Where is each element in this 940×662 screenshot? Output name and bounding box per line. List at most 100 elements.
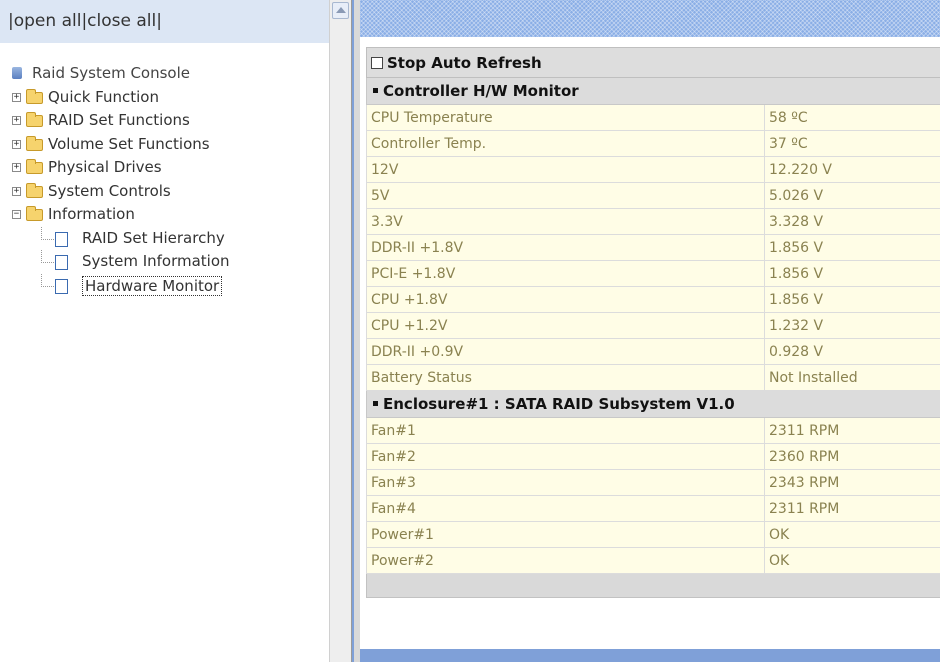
table-row: DDR-II +0.9V 0.928 V xyxy=(366,338,940,365)
section-header-cell: Enclosure#1 : SATA RAID Subsystem V1.0 xyxy=(366,390,940,418)
expand-plus-icon[interactable]: + xyxy=(12,139,21,149)
metric-label: DDR-II +1.8V xyxy=(366,234,765,261)
tree-folder-physical-drives[interactable]: + Physical Drives xyxy=(10,156,190,180)
tree-item-label[interactable]: RAID Set Hierarchy xyxy=(82,227,225,251)
stop-auto-refresh-checkbox[interactable] xyxy=(371,56,383,69)
auto-refresh-cell[interactable]: Stop Auto Refresh xyxy=(366,47,940,78)
table-row: Controller Temp. 37 ºC xyxy=(366,130,940,157)
folder-icon xyxy=(26,182,43,198)
tree-folder-information[interactable]: − Information xyxy=(10,203,190,227)
table-row: CPU +1.8V 1.856 V xyxy=(366,286,940,313)
metric-value: Not Installed xyxy=(764,364,940,391)
metric-label: Controller Temp. xyxy=(366,130,765,157)
tree-header: |open all|close all| xyxy=(0,0,330,43)
tree-scrollbar[interactable] xyxy=(329,0,351,662)
metric-label: 3.3V xyxy=(366,208,765,235)
tree-item-label-selected[interactable]: Hardware Monitor xyxy=(82,275,223,296)
metric-label: CPU +1.8V xyxy=(366,286,765,313)
table-row: DDR-II +1.8V 1.856 V xyxy=(366,234,940,261)
console-icon xyxy=(12,67,22,79)
tree-folder-quick-function[interactable]: + Quick Function xyxy=(10,86,190,110)
metric-value: 2311 RPM xyxy=(764,417,940,444)
table-row: Power#2 OK xyxy=(366,547,940,574)
hardware-monitor-panel: Stop Auto Refresh Controller H/W Monitor… xyxy=(360,37,940,649)
tree-folder-label[interactable]: Physical Drives xyxy=(48,156,162,180)
table-row: 3.3V 3.328 V xyxy=(366,208,940,235)
metric-label: PCI-E +1.8V xyxy=(366,260,765,287)
expand-plus-icon[interactable]: + xyxy=(12,186,21,196)
tree-folder-volume-set-functions[interactable]: + Volume Set Functions xyxy=(10,133,210,157)
tree-connector xyxy=(41,273,54,287)
expand-plus-icon[interactable]: + xyxy=(12,116,21,125)
metric-value: 2360 RPM xyxy=(764,443,940,470)
open-folder-icon xyxy=(26,206,43,221)
tree-folder-label[interactable]: System Controls xyxy=(48,180,171,204)
bullet-icon xyxy=(373,88,378,93)
metric-label: 5V xyxy=(366,182,765,209)
metric-label: 12V xyxy=(366,156,765,183)
metric-value: 37 ºC xyxy=(764,130,940,157)
table-row: Power#1 OK xyxy=(366,521,940,548)
metric-value: 58 ºC xyxy=(764,104,940,131)
metric-value: 0.928 V xyxy=(764,338,940,365)
tree-item-label[interactable]: System Information xyxy=(82,250,230,274)
navigation-tree: Raid System Console + Quick Function + R… xyxy=(10,62,230,298)
tree-connector xyxy=(41,250,54,263)
metric-value: 1.856 V xyxy=(764,260,940,287)
expand-plus-icon[interactable]: + xyxy=(12,92,21,102)
metric-label: Battery Status xyxy=(366,364,765,391)
content-frame: Stop Auto Refresh Controller H/W Monitor… xyxy=(352,0,940,662)
navigation-tree-frame: |open all|close all| Raid System Console… xyxy=(0,0,352,662)
tree-item-raid-set-hierarchy[interactable]: RAID Set Hierarchy xyxy=(10,226,225,251)
table-footer-cell xyxy=(366,573,940,598)
table-row: 5V 5.026 V xyxy=(366,182,940,209)
document-icon xyxy=(55,231,68,247)
table-row: CPU Temperature 58 ºC xyxy=(366,104,940,131)
metric-value: 5.026 V xyxy=(764,182,940,209)
tree-root[interactable]: Raid System Console xyxy=(10,62,190,86)
tree-folder-raid-set-functions[interactable]: + RAID Set Functions xyxy=(10,109,190,133)
section-title: Controller H/W Monitor xyxy=(383,82,579,100)
tree-folder-label[interactable]: RAID Set Functions xyxy=(48,109,190,133)
table-row: 12V 12.220 V xyxy=(366,156,940,183)
metric-value: 1.856 V xyxy=(764,234,940,261)
tree-folder-label[interactable]: Information xyxy=(48,203,135,227)
expand-plus-icon[interactable]: + xyxy=(12,163,21,172)
section-header-controller: Controller H/W Monitor xyxy=(366,77,940,105)
close-all-link[interactable]: close all xyxy=(87,11,156,31)
content-header-pattern xyxy=(360,0,940,37)
stop-auto-refresh-label[interactable]: Stop Auto Refresh xyxy=(387,54,542,72)
tree-item-hardware-monitor[interactable]: Hardware Monitor xyxy=(10,273,223,298)
section-header-enclosure: Enclosure#1 : SATA RAID Subsystem V1.0 xyxy=(366,390,940,418)
metric-label: Power#2 xyxy=(366,547,765,574)
auto-refresh-row: Stop Auto Refresh xyxy=(366,47,940,78)
content-footer-strip xyxy=(360,649,940,662)
document-icon xyxy=(55,278,68,294)
folder-icon xyxy=(26,112,43,127)
metric-label: Fan#1 xyxy=(366,417,765,444)
separator: | xyxy=(156,11,162,31)
tree-folder-system-controls[interactable]: + System Controls xyxy=(10,180,190,204)
metric-value: 2311 RPM xyxy=(764,495,940,522)
metric-label: DDR-II +0.9V xyxy=(366,338,765,365)
tree-folder-label[interactable]: Volume Set Functions xyxy=(48,133,210,157)
metric-value: 1.232 V xyxy=(764,312,940,339)
tree-folder-label[interactable]: Quick Function xyxy=(48,86,159,110)
hardware-monitor-table: Stop Auto Refresh Controller H/W Monitor… xyxy=(366,47,940,598)
table-row: Fan#3 2343 RPM xyxy=(366,469,940,496)
folder-icon xyxy=(26,135,43,151)
tree-item-system-information[interactable]: System Information xyxy=(10,250,230,274)
metric-label: CPU Temperature xyxy=(366,104,765,131)
section-title: Enclosure#1 : SATA RAID Subsystem V1.0 xyxy=(383,395,735,413)
metric-label: Fan#4 xyxy=(366,495,765,522)
table-row: Fan#1 2311 RPM xyxy=(366,417,940,444)
table-row: Fan#2 2360 RPM xyxy=(366,443,940,470)
table-row: Fan#4 2311 RPM xyxy=(366,495,940,522)
scroll-up-arrow-icon[interactable] xyxy=(332,2,349,19)
metric-label: Power#1 xyxy=(366,521,765,548)
open-all-link[interactable]: open all xyxy=(14,11,82,31)
document-icon xyxy=(55,255,68,270)
collapse-minus-icon[interactable]: − xyxy=(12,210,21,219)
metric-value: OK xyxy=(764,521,940,548)
metric-value: 12.220 V xyxy=(764,156,940,183)
